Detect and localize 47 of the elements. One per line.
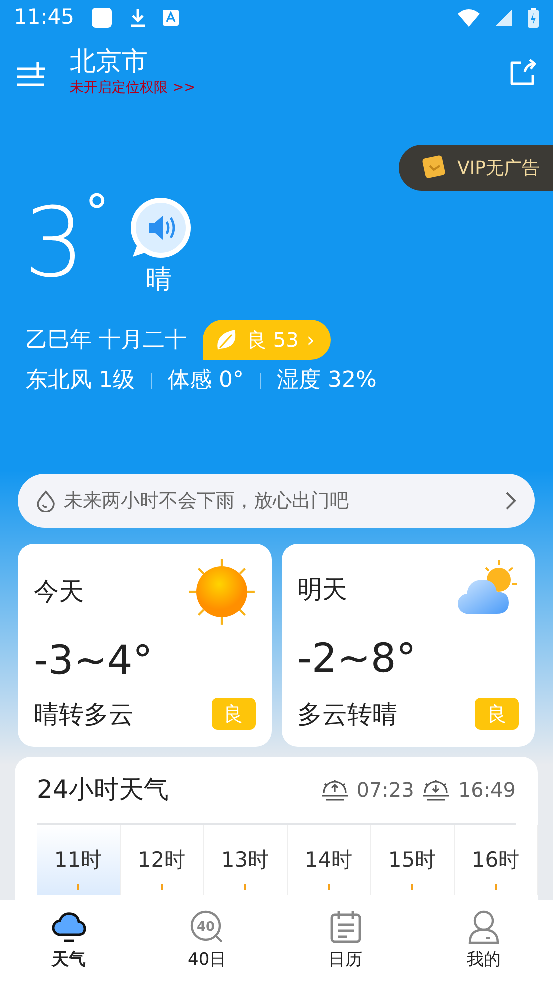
degree-sign: ° xyxy=(85,189,110,237)
wifi-icon xyxy=(458,9,480,27)
sun-icon xyxy=(188,558,256,626)
forecast-condition: 多云转晴 xyxy=(298,698,398,730)
weather-detail: 东北风 1级 xyxy=(26,367,135,395)
hour-tab[interactable]: 13时 xyxy=(204,824,288,894)
rain-forecast-bar[interactable]: 未来两小时不会下雨，放心出门吧 xyxy=(18,474,535,528)
temperature-range: -2~8° xyxy=(298,634,418,684)
vip-badge[interactable]: VIP无广告 xyxy=(398,145,553,191)
signal-icon xyxy=(496,10,512,26)
hour-tab[interactable]: 12时 xyxy=(120,824,204,894)
battery-icon xyxy=(528,8,539,28)
sunrise-time: 07:23 xyxy=(356,776,414,804)
app-notification-icon xyxy=(90,7,113,29)
hour-tab[interactable]: 16时 xyxy=(454,824,538,894)
sunset-icon xyxy=(422,778,450,801)
forecast-day: 明天 xyxy=(298,571,348,609)
air-quality-tag: 良 xyxy=(475,698,519,730)
menu-button[interactable] xyxy=(16,60,46,86)
download-icon xyxy=(128,8,147,28)
share-button[interactable] xyxy=(509,59,537,87)
temperature-range: -3~4° xyxy=(34,636,154,686)
hour-tab[interactable]: 11时 xyxy=(37,824,120,894)
weather-condition: 晴 xyxy=(146,264,172,297)
lunar-date: 乙巳年 十月二十 xyxy=(26,326,187,354)
chevron-right-icon xyxy=(505,491,517,511)
hourly-title: 24小时天气 xyxy=(37,774,170,806)
sunset-time: 16:49 xyxy=(458,776,516,804)
calendar-icon xyxy=(330,910,362,944)
droplet-icon xyxy=(36,490,56,512)
profile-icon xyxy=(468,910,500,944)
forecast-condition: 晴转多云 xyxy=(34,698,134,730)
keyboard-notification-icon xyxy=(162,10,179,26)
weather-detail: 体感 0° xyxy=(168,367,244,395)
city-name: 北京市 xyxy=(70,46,149,78)
sunrise-icon xyxy=(320,778,349,801)
temperature: 3 xyxy=(24,195,86,291)
air-quality-tag: 良 xyxy=(212,698,256,730)
calendar-search-icon: 40 xyxy=(190,910,224,944)
menu-icon xyxy=(16,60,46,86)
share-icon xyxy=(509,59,537,87)
hour-tab[interactable]: 15时 xyxy=(371,824,454,894)
hour-tab[interactable]: 14时 xyxy=(288,824,371,894)
forecast-day: 今天 xyxy=(34,573,84,611)
weather-detail: 湿度 32% xyxy=(277,367,377,395)
status-time: 11:45 xyxy=(14,4,75,32)
cloud-icon xyxy=(52,910,86,944)
